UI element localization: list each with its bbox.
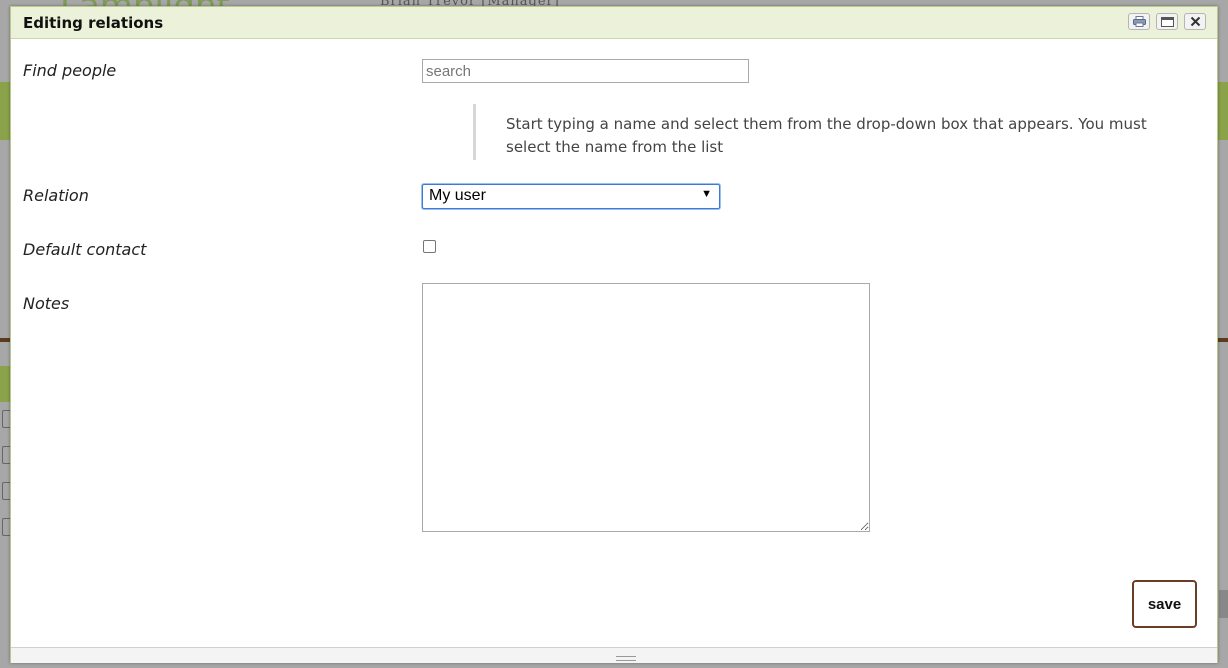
maximize-button[interactable] — [1156, 13, 1178, 30]
relation-label: Relation — [23, 186, 89, 205]
save-button[interactable]: save — [1132, 580, 1197, 628]
notes-textarea[interactable] — [422, 283, 870, 532]
maximize-icon — [1160, 16, 1174, 27]
notes-label: Notes — [23, 294, 70, 313]
find-people-hint: Start typing a name and select them from… — [473, 104, 1173, 160]
dialog-footer — [11, 647, 1217, 663]
print-button[interactable] — [1128, 13, 1150, 30]
relation-select[interactable]: My user ▼ — [422, 184, 720, 209]
close-icon — [1190, 16, 1200, 27]
editing-relations-dialog: Editing relations Find people Start typi… — [10, 6, 1218, 663]
default-contact-label: Default contact — [23, 240, 147, 259]
find-people-label: Find people — [23, 61, 117, 80]
close-button[interactable] — [1184, 13, 1206, 30]
dropdown-arrow-icon: ▼ — [701, 188, 712, 200]
default-contact-checkbox[interactable] — [423, 240, 436, 253]
background-button — [1219, 590, 1228, 618]
dialog-title: Editing relations — [23, 14, 164, 32]
dialog-titlebar[interactable]: Editing relations — [11, 7, 1217, 39]
print-icon — [1132, 16, 1146, 27]
resize-grip-icon[interactable] — [616, 656, 636, 661]
find-people-search-input[interactable] — [422, 59, 749, 83]
relation-selected-value: My user — [429, 187, 486, 204]
